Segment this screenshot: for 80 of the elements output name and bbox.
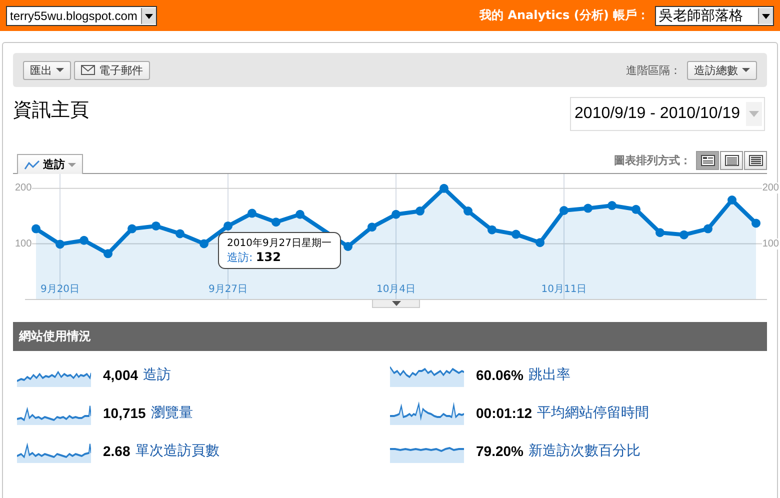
caret-icon — [749, 111, 759, 117]
data-point[interactable] — [56, 240, 64, 249]
data-point[interactable] — [128, 224, 136, 234]
layout-icon — [748, 155, 762, 166]
metric-link[interactable]: 平均網站停留時間 — [537, 404, 650, 422]
site-select[interactable]: terry55wu.blogspot.com — [6, 6, 158, 26]
data-point[interactable] — [656, 228, 664, 238]
x-axis-label: 9月27日 — [208, 283, 248, 296]
data-point[interactable] — [272, 218, 280, 227]
data-point[interactable] — [536, 238, 544, 248]
metric-value: 2.68 — [103, 443, 130, 459]
layout-icon — [700, 155, 714, 166]
data-point[interactable] — [224, 222, 232, 230]
account-label: 我的 Analytics (分析) 帳戶： — [480, 7, 649, 24]
expand-chart-button[interactable] — [372, 300, 420, 308]
data-point[interactable] — [368, 222, 376, 232]
layout-view-button[interactable] — [720, 151, 743, 170]
data-point[interactable] — [632, 204, 640, 214]
envelope-icon — [81, 65, 95, 75]
email-button[interactable]: 電子郵件 — [74, 60, 150, 80]
metric-link[interactable]: 瀏覽量 — [150, 404, 193, 422]
data-point[interactable] — [392, 210, 400, 219]
metric-link[interactable]: 新造訪次數百分比 — [528, 442, 640, 460]
segment-label: 進階區隔： — [626, 62, 681, 78]
metric-link[interactable]: 跳出率 — [528, 366, 570, 384]
data-point[interactable] — [440, 184, 448, 193]
caret-icon — [742, 68, 750, 72]
data-point[interactable] — [728, 196, 736, 204]
metric-value: 60.06% — [476, 367, 524, 383]
data-point[interactable] — [248, 208, 256, 218]
layout-view-button[interactable] — [744, 151, 767, 170]
data-point[interactable] — [200, 239, 208, 248]
data-point[interactable] — [608, 201, 616, 210]
segment-select[interactable]: 造訪總數 — [687, 60, 757, 80]
data-point[interactable] — [584, 204, 592, 213]
data-point[interactable] — [152, 222, 160, 230]
data-point[interactable] — [80, 236, 88, 245]
metric-tab[interactable]: 造訪 — [17, 154, 83, 174]
metric-value: 00:01:12 — [476, 405, 532, 421]
x-axis-label: 10月4日 — [376, 283, 416, 296]
section-header: 網站使用情況 — [13, 322, 767, 351]
x-axis-label: 10月11日 — [541, 283, 587, 296]
metric-value: 79.20% — [476, 443, 524, 459]
data-point[interactable] — [416, 206, 424, 216]
date-range-picker[interactable]: 2010/9/19 - 2010/10/19 — [570, 97, 765, 131]
tooltip-metric: 造訪: — [227, 250, 253, 264]
metric-link[interactable]: 造訪 — [143, 366, 172, 384]
metric-value: 4,004 — [103, 367, 138, 383]
layout-icon — [724, 155, 738, 166]
y-axis-label: 100 — [15, 238, 32, 250]
caret-icon — [392, 301, 400, 306]
metric-link[interactable]: 單次造訪頁數 — [135, 442, 220, 460]
caret-icon — [68, 162, 76, 166]
data-point[interactable] — [560, 206, 568, 215]
data-point[interactable] — [296, 210, 304, 219]
x-axis-label: 9月20日 — [40, 283, 80, 296]
page-title: 資訊主頁 — [13, 98, 89, 123]
data-point[interactable] — [344, 242, 352, 251]
y-axis-label: 200 — [762, 182, 779, 194]
date-range-text: 2010/9/19 - 2010/10/19 — [574, 105, 740, 123]
data-point[interactable] — [680, 230, 688, 240]
data-point[interactable] — [104, 249, 112, 258]
line-chart-icon — [24, 160, 40, 170]
y-axis-label: 200 — [15, 182, 32, 194]
data-point[interactable] — [488, 225, 496, 234]
data-point[interactable] — [464, 206, 472, 216]
view-label: 圖表排列方式： — [614, 153, 691, 168]
layout-view-button[interactable] — [696, 151, 719, 170]
export-button[interactable]: 匯出 — [23, 60, 71, 80]
data-point[interactable] — [176, 229, 184, 238]
tooltip-date: 2010年9月27日星期一 — [227, 238, 332, 249]
y-axis-label: 100 — [762, 238, 779, 250]
metric-value: 10,715 — [103, 405, 146, 421]
tooltip-value: 132 — [256, 250, 281, 264]
account-select[interactable]: 吳老師部落格 — [655, 6, 774, 26]
data-point[interactable] — [704, 224, 712, 234]
data-point[interactable] — [512, 230, 520, 239]
caret-icon — [56, 68, 64, 72]
data-point[interactable] — [32, 224, 40, 234]
data-point[interactable] — [752, 218, 760, 228]
